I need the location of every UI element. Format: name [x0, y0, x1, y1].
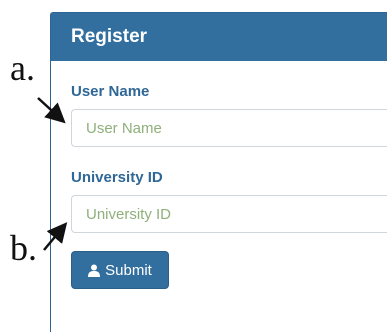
arrow-a [37, 97, 66, 124]
annotation-arrows [37, 97, 68, 251]
arrow-b [43, 222, 68, 251]
